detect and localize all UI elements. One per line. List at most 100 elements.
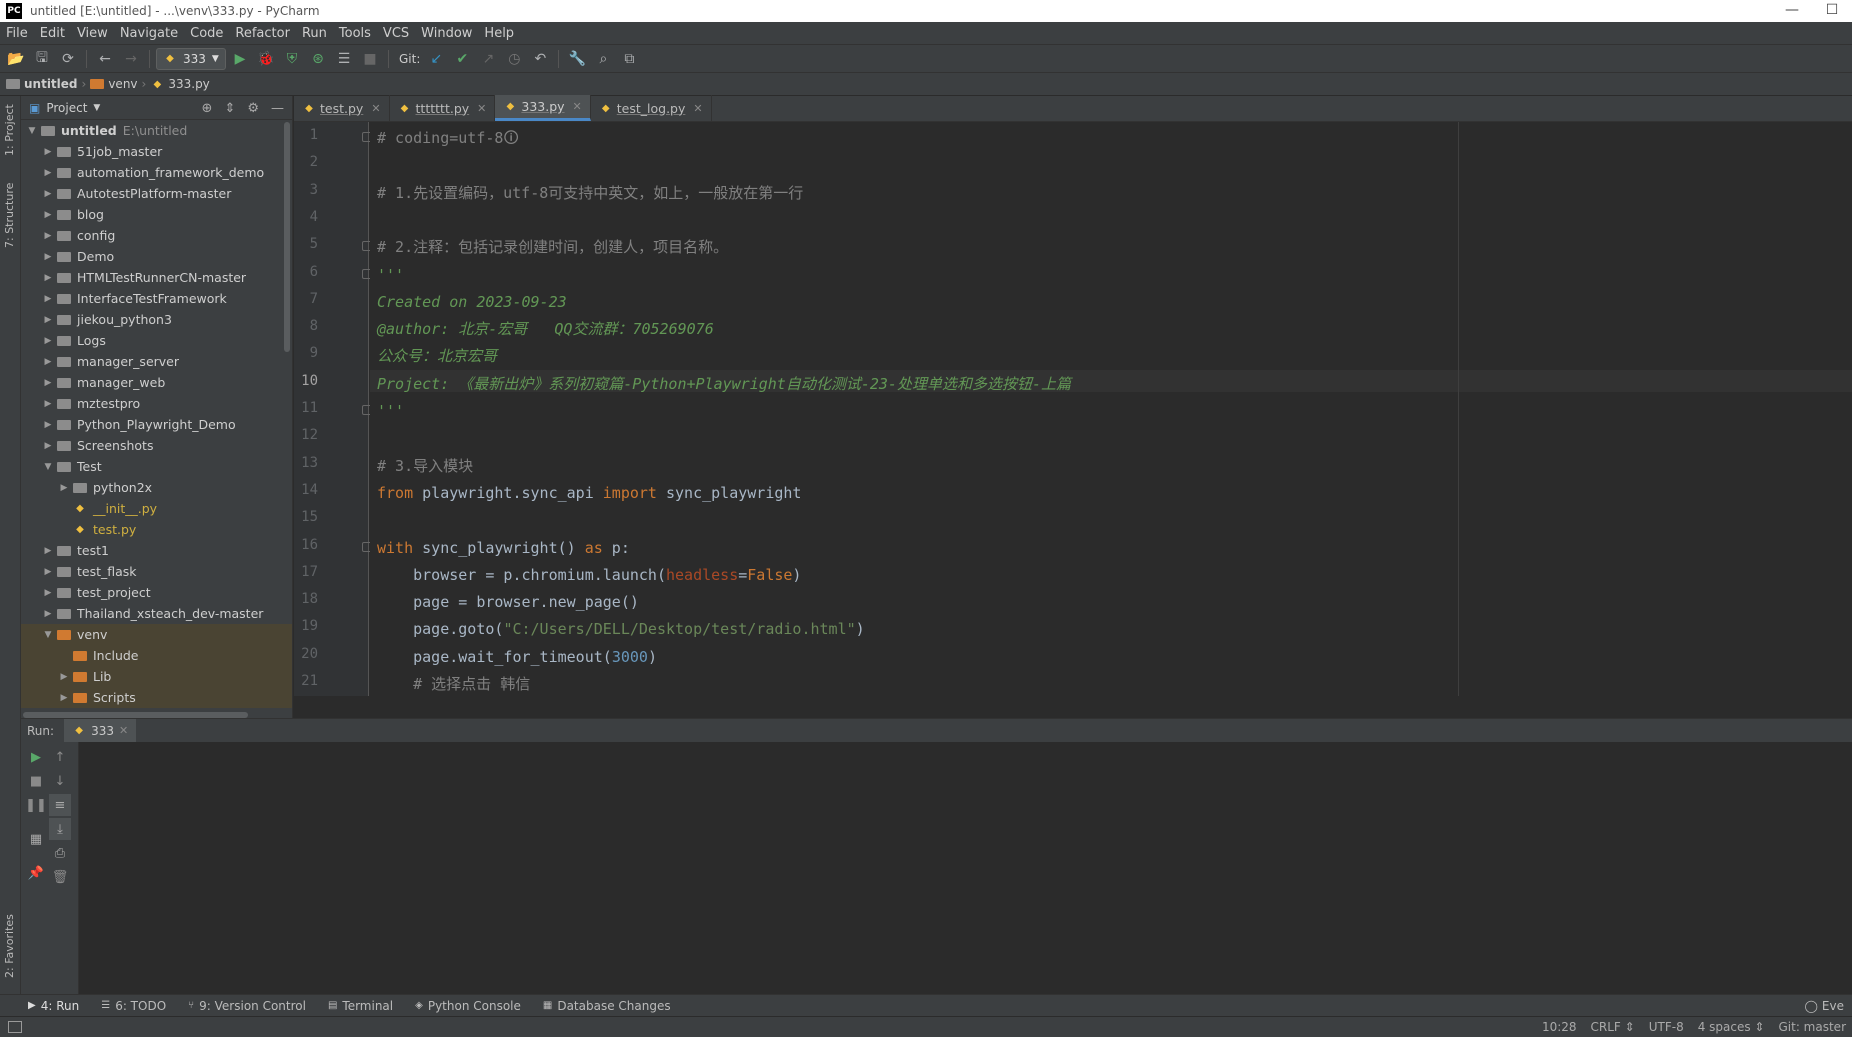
editor-tab[interactable]: ◆ ttttttt.py ✕ <box>390 95 496 121</box>
file-encoding[interactable]: UTF-8 <box>1649 1020 1684 1034</box>
chevron-right-icon[interactable]: ▶ <box>41 336 55 346</box>
project-tool-button[interactable]: 1: Project <box>3 104 16 156</box>
tool-tab[interactable]: ☰ 6: TODO <box>101 999 166 1013</box>
structure-tool-button[interactable]: 7: Structure <box>3 183 16 248</box>
settings-wrench-icon[interactable]: 🔧 <box>565 48 589 70</box>
menu-navigate[interactable]: Navigate <box>114 26 184 41</box>
tree-item[interactable]: ▶ Thailand_xsteach_dev-master <box>21 603 292 624</box>
close-icon[interactable]: ✕ <box>693 102 702 115</box>
favorites-tool-button[interactable]: 2: Favorites <box>3 914 16 978</box>
chevron-right-icon[interactable]: ▶ <box>41 189 55 199</box>
tree-item[interactable]: ◆ test.py <box>21 519 292 540</box>
menu-help[interactable]: Help <box>478 26 520 41</box>
tree-item[interactable]: ▶ Python_Playwright_Demo <box>21 414 292 435</box>
menu-edit[interactable]: Edit <box>34 26 71 41</box>
chevron-right-icon[interactable]: ▶ <box>57 672 71 682</box>
menu-tools[interactable]: Tools <box>333 26 377 41</box>
chevron-right-icon[interactable]: ▶ <box>41 441 55 451</box>
close-icon[interactable]: ✕ <box>119 724 128 737</box>
chevron-right-icon[interactable]: ▶ <box>41 147 55 157</box>
editor-tab[interactable]: ◆ 333.py ✕ <box>495 95 591 121</box>
hide-icon[interactable]: — <box>271 101 284 116</box>
git-rollback-icon[interactable]: ↶ <box>528 48 552 70</box>
close-icon[interactable]: ✕ <box>573 100 582 113</box>
rerun-icon[interactable]: ▶ <box>25 746 47 768</box>
chevron-down-icon[interactable]: ▼ <box>41 462 55 472</box>
forward-arrow-icon[interactable]: → <box>119 48 143 70</box>
tree-item[interactable]: ▶ python2x <box>21 477 292 498</box>
chevron-right-icon[interactable]: ▶ <box>41 168 55 178</box>
tree-item[interactable]: ▶ Demo <box>21 246 292 267</box>
tree-item[interactable]: ▶ manager_web <box>21 372 292 393</box>
breadcrumb-folder[interactable]: venv <box>90 77 138 91</box>
soft-wrap-icon[interactable]: ≡ <box>49 794 71 816</box>
run-tab-333[interactable]: ◆ 333 ✕ <box>64 718 137 743</box>
tree-item[interactable]: ▶ manager_server <box>21 351 292 372</box>
open-folder-icon[interactable]: 📂 <box>4 48 28 70</box>
menu-view[interactable]: View <box>71 26 114 41</box>
tree-item[interactable]: ▶ test_flask <box>21 561 292 582</box>
scroll-down-icon[interactable]: ↓ <box>49 770 71 792</box>
tree-item[interactable]: ▶ 51job_master <box>21 141 292 162</box>
chevron-down-icon[interactable]: ▼ <box>93 103 100 113</box>
run-icon[interactable]: ▶ <box>228 48 252 70</box>
chevron-right-icon[interactable]: ▶ <box>41 294 55 304</box>
chevron-right-icon[interactable]: ▶ <box>41 399 55 409</box>
tree-item[interactable]: ▶ Lib <box>21 666 292 687</box>
tree-item[interactable]: ◆ __init__.py <box>21 498 292 519</box>
tool-tab[interactable]: ▶ 4: Run <box>28 999 79 1013</box>
tree-item[interactable]: ▶ test_project <box>21 582 292 603</box>
save-all-icon[interactable]: 🖫 <box>30 48 54 70</box>
tree-item[interactable]: ▶ Logs <box>21 330 292 351</box>
breadcrumb-project[interactable]: untitled <box>6 77 78 91</box>
tree-item[interactable]: ▶ blog <box>21 204 292 225</box>
project-panel-title[interactable]: Project <box>46 101 87 115</box>
chevron-down-icon[interactable]: ▼ <box>41 630 55 640</box>
back-arrow-icon[interactable]: ← <box>93 48 117 70</box>
chevron-right-icon[interactable]: ▶ <box>41 378 55 388</box>
stop-icon[interactable]: ■ <box>358 48 382 70</box>
pin-icon[interactable]: 📌 <box>25 862 47 884</box>
chevron-right-icon[interactable]: ▶ <box>41 609 55 619</box>
tree-item[interactable]: Include <box>21 645 292 666</box>
menu-run[interactable]: Run <box>296 26 333 41</box>
chevron-right-icon[interactable]: ▶ <box>41 315 55 325</box>
run-concurrency-icon[interactable]: ☰ <box>332 48 356 70</box>
search-icon[interactable]: ⌕ <box>591 48 615 70</box>
translate-icon[interactable]: ⧉ <box>617 48 641 70</box>
tool-tab[interactable]: ◈ Python Console <box>415 999 521 1013</box>
stop-icon[interactable]: ■ <box>25 770 47 792</box>
tree-item[interactable]: ▶ Scripts <box>21 687 292 708</box>
tree-item[interactable]: ▶ AutotestPlatform-master <box>21 183 292 204</box>
tree-item[interactable]: ▶ Screenshots <box>21 435 292 456</box>
print-icon[interactable]: ⎙ <box>49 842 71 864</box>
collapse-all-icon[interactable]: ⇕ <box>224 101 235 116</box>
git-update-icon[interactable]: ↙ <box>424 48 448 70</box>
git-history-icon[interactable]: ◷ <box>502 48 526 70</box>
tree-item[interactable]: ▶ InterfaceTestFramework <box>21 288 292 309</box>
tree-item[interactable]: ▼ venv <box>21 624 292 645</box>
menu-file[interactable]: File <box>0 26 34 41</box>
tree-item[interactable]: ▶ jiekou_python3 <box>21 309 292 330</box>
chevron-right-icon[interactable]: ▶ <box>41 252 55 262</box>
tree-item[interactable]: ▶ automation_framework_demo <box>21 162 292 183</box>
chevron-down-icon[interactable]: ▼ <box>25 126 39 136</box>
locate-icon[interactable]: ⊕ <box>202 101 213 116</box>
pause-icon[interactable]: ❚❚ <box>25 794 47 816</box>
vertical-scrollbar[interactable] <box>284 122 290 352</box>
tree-item[interactable]: ▼ untitled E:\untitled <box>21 120 292 141</box>
tool-tab[interactable]: ▤ Terminal <box>328 999 393 1013</box>
git-push-icon[interactable]: ↗ <box>476 48 500 70</box>
menu-refactor[interactable]: Refactor <box>229 26 296 41</box>
restore-layout-icon[interactable]: ▦ <box>25 828 47 850</box>
menu-window[interactable]: Window <box>415 26 478 41</box>
tool-tab[interactable]: ⑂ 9: Version Control <box>188 999 306 1013</box>
gear-icon[interactable]: ⚙ <box>247 101 259 116</box>
run-console[interactable] <box>79 742 1852 994</box>
maximize-button[interactable]: ☐ <box>1812 0 1852 22</box>
close-icon[interactable]: ✕ <box>477 102 486 115</box>
chevron-right-icon[interactable]: ▶ <box>57 483 71 493</box>
caret-position[interactable]: 10:28 <box>1542 1020 1577 1034</box>
tree-item[interactable]: ▼ Test <box>21 456 292 477</box>
coverage-icon[interactable]: ⛨ <box>280 48 304 70</box>
